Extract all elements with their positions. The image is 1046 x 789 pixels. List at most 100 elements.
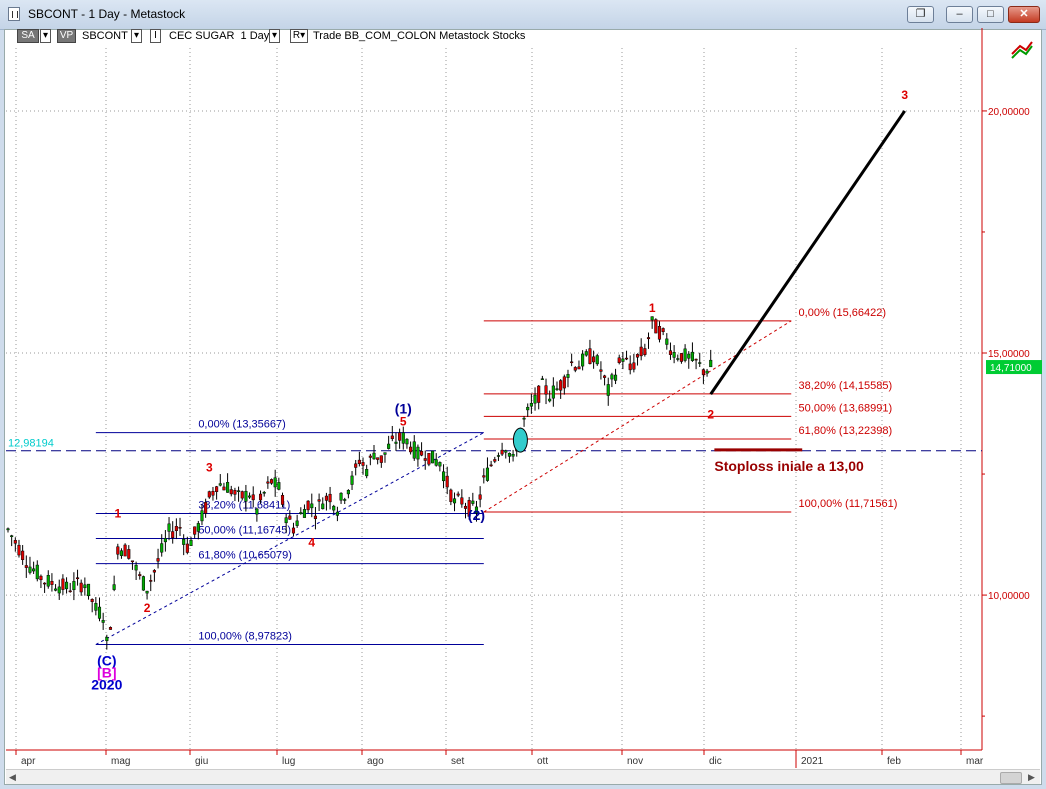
candle-body [643, 348, 647, 355]
retracement-level-label: 61,80% (13,22398) [799, 425, 893, 437]
sa-button[interactable]: SA [17, 29, 39, 43]
symbol-label: SBCONT [82, 30, 128, 42]
candle-body [61, 578, 65, 590]
candle-body [456, 493, 460, 496]
candle-body [244, 490, 248, 502]
candle-body [504, 450, 508, 453]
candle-body [544, 385, 548, 395]
r-button[interactable]: R▾ [290, 29, 308, 43]
candle-body [687, 353, 691, 359]
candle-body [141, 576, 145, 591]
candle-body [215, 486, 219, 492]
candle-body [551, 385, 555, 399]
candle-body [251, 494, 255, 501]
wave-label: 4 [308, 536, 315, 550]
candle-body [350, 475, 354, 485]
x-tick-label: 2021 [801, 756, 824, 767]
candle-body [178, 527, 182, 529]
candle-body [343, 499, 347, 501]
candle-body [324, 495, 328, 501]
vp-button[interactable]: VP [57, 29, 76, 43]
candle-body [635, 354, 640, 358]
candle-body [357, 459, 361, 464]
candle-body [174, 526, 178, 532]
candle-body [269, 479, 274, 484]
wave-label: 2 [707, 407, 714, 421]
candle-body [182, 538, 186, 545]
retracement-level-label: 50,00% (11,16745) [198, 525, 291, 537]
value-line-label: 12,98194 [8, 438, 54, 450]
candle-body [152, 570, 156, 573]
candle-body [610, 374, 614, 380]
candle-body [90, 599, 94, 602]
candle-body [299, 512, 303, 514]
candle-body [676, 358, 680, 360]
wave-label: 1 [649, 301, 656, 315]
candle-body [709, 359, 713, 368]
candle-body [6, 528, 10, 531]
candle-body [134, 564, 138, 571]
candle-body [39, 575, 43, 581]
candle-body [101, 620, 105, 623]
candle-body [280, 495, 285, 505]
candle-body [79, 582, 83, 593]
projection-line [709, 110, 906, 396]
candle-body [500, 449, 504, 455]
candle-body [698, 362, 702, 364]
candle-body [284, 517, 288, 524]
candle-body [116, 546, 120, 555]
candle-body [123, 544, 127, 557]
candle-body [537, 385, 541, 403]
candle-body [420, 450, 424, 456]
candle-body [668, 350, 673, 355]
candle-body [511, 453, 515, 457]
candle-body [588, 348, 592, 364]
candle-body [211, 490, 215, 496]
candle-body [460, 497, 464, 505]
candle-body [332, 505, 336, 511]
candle-body [438, 462, 442, 467]
scroll-right-icon[interactable]: ▶ [1028, 772, 1035, 783]
candle-body [43, 582, 47, 585]
candle-body [35, 564, 39, 580]
horizontal-scrollbar[interactable]: ◀ ▶ [6, 769, 1040, 784]
candle-body [86, 583, 91, 597]
symbol-dropdown-arrow-icon[interactable]: ▾ [131, 29, 142, 43]
period-dropdown-arrow-icon[interactable]: ▾ [269, 29, 280, 43]
candle-body [24, 565, 28, 568]
candle-body [346, 490, 350, 495]
candle-body [354, 463, 358, 468]
candle-body [548, 398, 552, 402]
candle-body [398, 432, 402, 441]
candle-body [533, 394, 537, 404]
candle-body [229, 489, 233, 495]
candle-body [72, 581, 76, 591]
wave-label: 3 [206, 461, 213, 475]
scroll-left-icon[interactable]: ◀ [9, 772, 16, 783]
scroll-thumb[interactable] [1000, 772, 1022, 784]
candle-body [401, 432, 405, 444]
price-chart[interactable]: apr mag giu lug ago set ott nov dic 2021 feb mar10,… [0, 0, 1046, 789]
candle-body [416, 446, 420, 460]
i-button[interactable]: I [150, 29, 161, 43]
candle-body [570, 361, 574, 364]
candle-body [679, 353, 683, 362]
candle-body [302, 509, 307, 518]
candle-body [471, 500, 475, 504]
candle-body [661, 328, 665, 332]
candle-body [226, 482, 230, 493]
candle-body [639, 346, 643, 357]
candle-body [185, 543, 189, 553]
wave-label: 5 [400, 415, 407, 429]
candle-body [138, 574, 142, 577]
x-tick-label: mar [966, 756, 984, 767]
sa-dropdown-arrow-icon[interactable]: ▾ [40, 29, 51, 43]
candle-body [690, 351, 694, 361]
candle-body [127, 549, 131, 559]
candle-body [368, 455, 372, 458]
x-tick-label: feb [887, 756, 901, 767]
candle-body [149, 580, 153, 582]
r-label: R [292, 30, 301, 41]
candle-body [306, 500, 310, 511]
candle-body [97, 606, 102, 619]
